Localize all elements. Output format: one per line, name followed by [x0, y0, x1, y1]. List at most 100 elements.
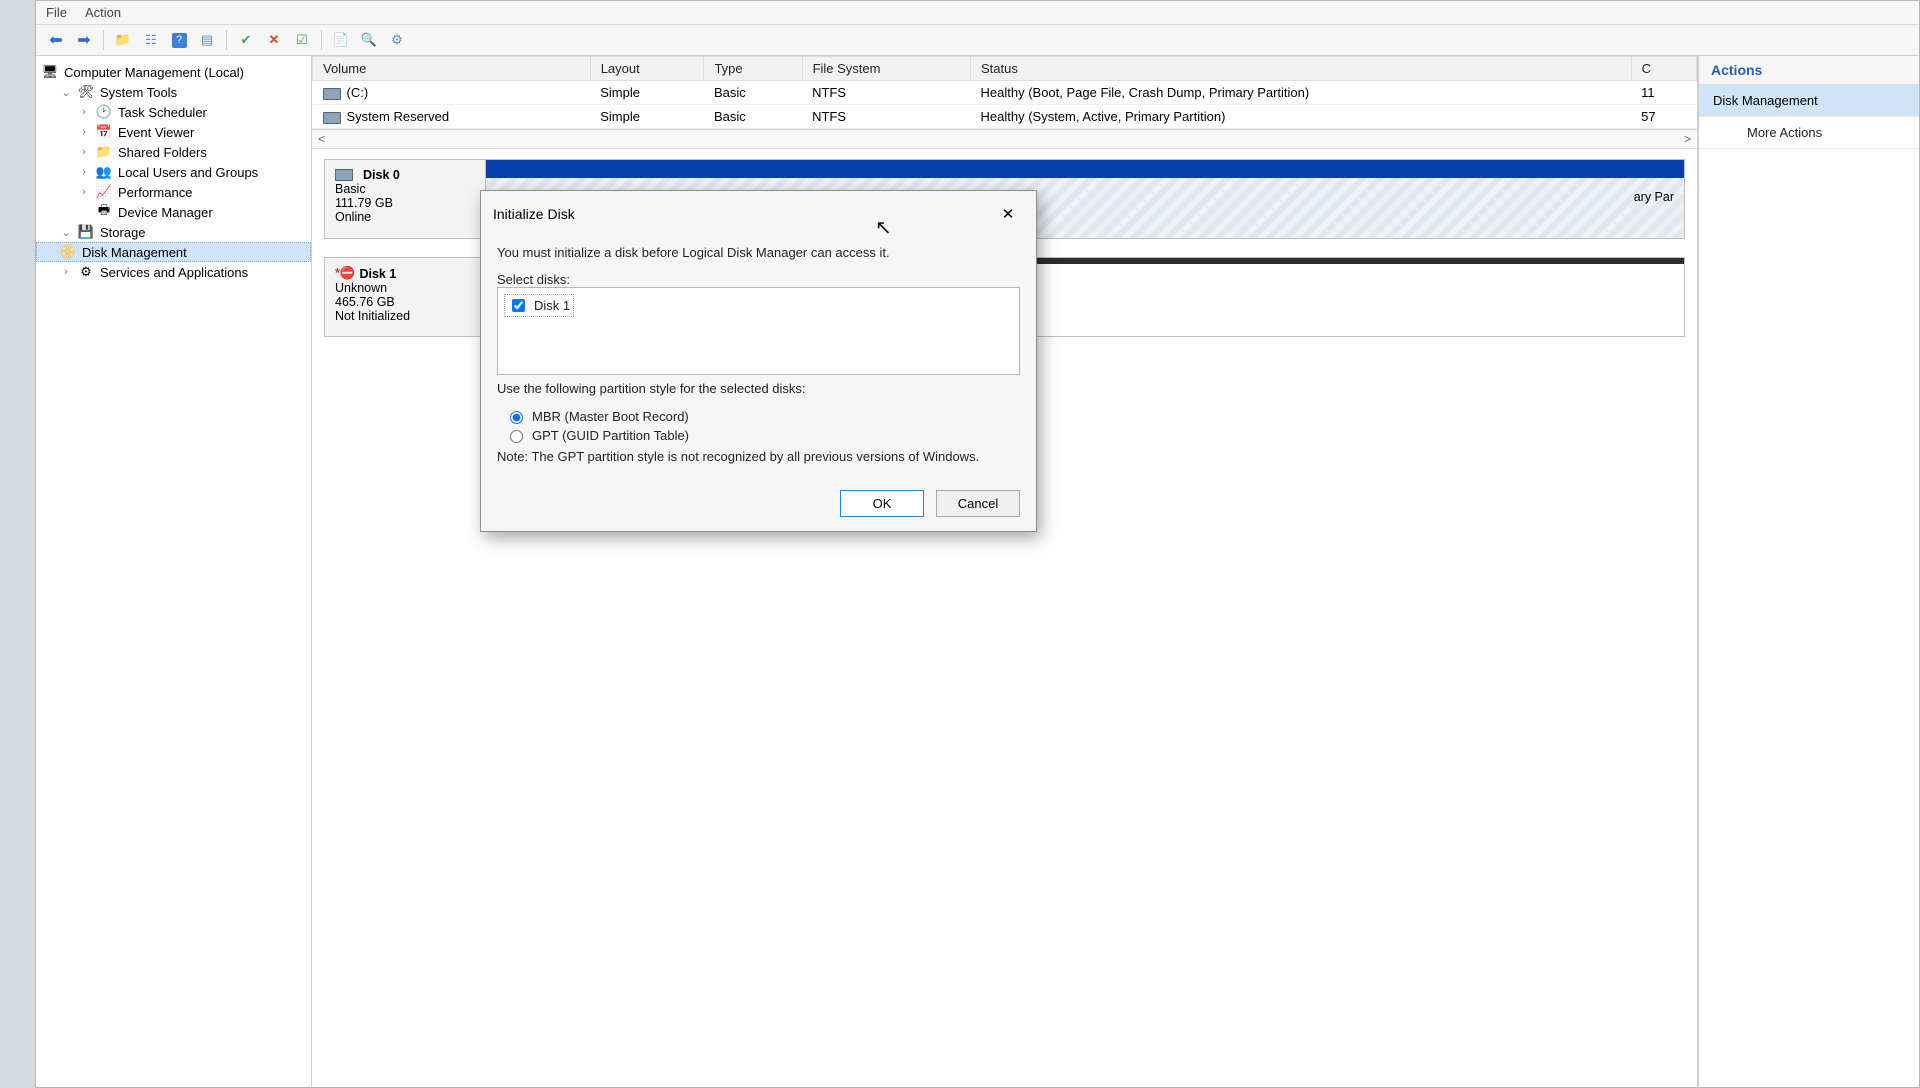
disk-checkbox-row[interactable]: Disk 1 [504, 294, 574, 317]
chevron-down-icon[interactable]: ⌄ [60, 86, 72, 99]
chevron-right-icon[interactable]: › [78, 126, 90, 138]
dialog-titlebar[interactable]: Initialize Disk ✕ [481, 191, 1036, 235]
radio-gpt-label: GPT (GUID Partition Table) [532, 428, 689, 443]
new-icon: 📄 [333, 32, 349, 48]
back-button[interactable]: ⬅ [44, 28, 68, 52]
tree-system-tools[interactable]: ⌄ 🛠 System Tools [36, 82, 311, 102]
volume-list[interactable]: Volume Layout Type File System Status C … [312, 56, 1697, 130]
scroll-right-icon[interactable]: > [1684, 132, 1691, 146]
tree-label: Device Manager [118, 205, 213, 220]
tree-device-manager[interactable]: 🖶 Device Manager [36, 202, 311, 222]
actions-more[interactable]: More Actions [1699, 117, 1919, 149]
tree-label: Event Viewer [118, 125, 194, 140]
radio-gpt[interactable] [510, 430, 523, 443]
view-button[interactable]: ▤ [195, 28, 219, 52]
refresh-button[interactable]: ✔ [234, 28, 258, 52]
delete-button[interactable]: ✕ [262, 28, 286, 52]
tree-storage[interactable]: ⌄ 💾 Storage [36, 222, 311, 242]
chevron-right-icon[interactable]: › [78, 186, 90, 198]
tree-performance[interactable]: › 📈 Performance [36, 182, 311, 202]
col-volume[interactable]: Volume [313, 57, 591, 81]
disk-state: Not Initialized [335, 309, 475, 323]
folder-button[interactable]: 📁 [111, 28, 135, 52]
col-type[interactable]: Type [704, 57, 802, 81]
chevron-down-icon[interactable]: ⌄ [60, 226, 72, 239]
chevron-right-icon[interactable]: › [78, 146, 90, 158]
cell: NTFS [802, 81, 970, 105]
help-button[interactable]: ? [167, 28, 191, 52]
tree-task-scheduler[interactable]: › 🕑 Task Scheduler [36, 102, 311, 122]
chevron-right-icon[interactable]: › [60, 266, 72, 278]
scroll-left-icon[interactable]: < [318, 132, 325, 146]
toolbar: ⬅ ➡ 📁 ☷ ? ▤ ✔ ✕ ☑ 📄 🔍 ⚙ [36, 25, 1919, 56]
error-icon: *⛔ [335, 266, 355, 281]
device-icon: 🖶 [96, 204, 112, 220]
new-button[interactable]: 📄 [329, 28, 353, 52]
cancel-button[interactable]: Cancel [936, 490, 1020, 517]
col-layout[interactable]: Layout [590, 57, 704, 81]
actions-disk-management[interactable]: Disk Management [1699, 85, 1919, 117]
tree-services-apps[interactable]: › ⚙ Services and Applications [36, 262, 311, 282]
menubar: File Action [36, 1, 1919, 25]
tree-event-viewer[interactable]: › 📅 Event Viewer [36, 122, 311, 142]
tree-label: System Tools [100, 85, 177, 100]
disk-select-list[interactable]: Disk 1 [497, 287, 1020, 375]
radio-mbr-row[interactable]: MBR (Master Boot Record) [505, 408, 1020, 424]
col-status[interactable]: Status [971, 57, 1632, 81]
actions-pane: Actions Disk Management More Actions [1698, 56, 1919, 1087]
col-fs[interactable]: File System [802, 57, 970, 81]
cell: (C:) [347, 85, 369, 100]
disk-kind: Basic [335, 182, 475, 196]
radio-gpt-row[interactable]: GPT (GUID Partition Table) [505, 427, 1020, 443]
clock-icon: 🕑 [96, 104, 112, 120]
col-capacity[interactable]: C [1631, 57, 1696, 81]
ok-button[interactable]: OK [840, 490, 924, 517]
close-button[interactable]: ✕ [992, 201, 1024, 227]
tree-label: Performance [118, 185, 192, 200]
folder-icon: 📁 [115, 32, 131, 48]
cell: Basic [704, 105, 802, 129]
computer-icon: 🖥 [42, 64, 58, 80]
partition-header-bar [486, 160, 1684, 178]
table-row[interactable]: System Reserved Simple Basic NTFS Health… [313, 105, 1697, 129]
radio-mbr[interactable] [510, 411, 523, 424]
performance-icon: 📈 [96, 184, 112, 200]
horizontal-scroll[interactable]: < > [312, 130, 1697, 149]
users-icon: 👥 [96, 164, 112, 180]
arrow-left-icon: ⬅ [49, 30, 62, 50]
forward-button[interactable]: ➡ [72, 28, 96, 52]
disk-0-header: Disk 0 Basic 111.79 GB Online [325, 160, 486, 238]
check-button[interactable]: ☑ [290, 28, 314, 52]
disk-1-checkbox[interactable] [512, 299, 525, 312]
properties-button[interactable]: ☷ [139, 28, 163, 52]
menu-action[interactable]: Action [85, 5, 121, 20]
chevron-right-icon[interactable]: › [78, 106, 90, 118]
tree-label: Storage [100, 225, 146, 240]
tree-root[interactable]: 🖥 Computer Management (Local) [36, 62, 311, 82]
separator [103, 30, 104, 50]
refresh-icon: ✔ [241, 32, 252, 48]
dialog-title: Initialize Disk [493, 206, 575, 222]
tree-local-users[interactable]: › 👥 Local Users and Groups [36, 162, 311, 182]
cell: Simple [590, 81, 704, 105]
storage-icon: 💾 [78, 224, 94, 240]
dialog-body: You must initialize a disk before Logica… [481, 235, 1036, 490]
table-row[interactable]: (C:) Simple Basic NTFS Healthy (Boot, Pa… [313, 81, 1697, 105]
find-button[interactable]: 🔍 [357, 28, 381, 52]
disk-kind: Unknown [335, 281, 475, 295]
menu-file[interactable]: File [46, 5, 67, 20]
dialog-note: Note: The GPT partition style is not rec… [497, 449, 1020, 464]
disk-size: 111.79 GB [335, 196, 475, 210]
navigation-tree[interactable]: 🖥 Computer Management (Local) ⌄ 🛠 System… [36, 56, 312, 1087]
select-disks-label: Select disks: [497, 272, 1020, 287]
delete-icon: ✕ [269, 32, 280, 48]
chevron-right-icon[interactable]: › [78, 166, 90, 178]
cell: System Reserved [347, 109, 450, 124]
tree-shared-folders[interactable]: › 📁 Shared Folders [36, 142, 311, 162]
tree-disk-management[interactable]: 📀 Disk Management [36, 242, 311, 262]
settings-button[interactable]: ⚙ [385, 28, 409, 52]
tree-label: Computer Management (Local) [64, 65, 244, 80]
help-icon: ? [172, 33, 187, 48]
disk-1-label: Disk 1 [534, 298, 570, 313]
drive-icon [323, 88, 341, 100]
